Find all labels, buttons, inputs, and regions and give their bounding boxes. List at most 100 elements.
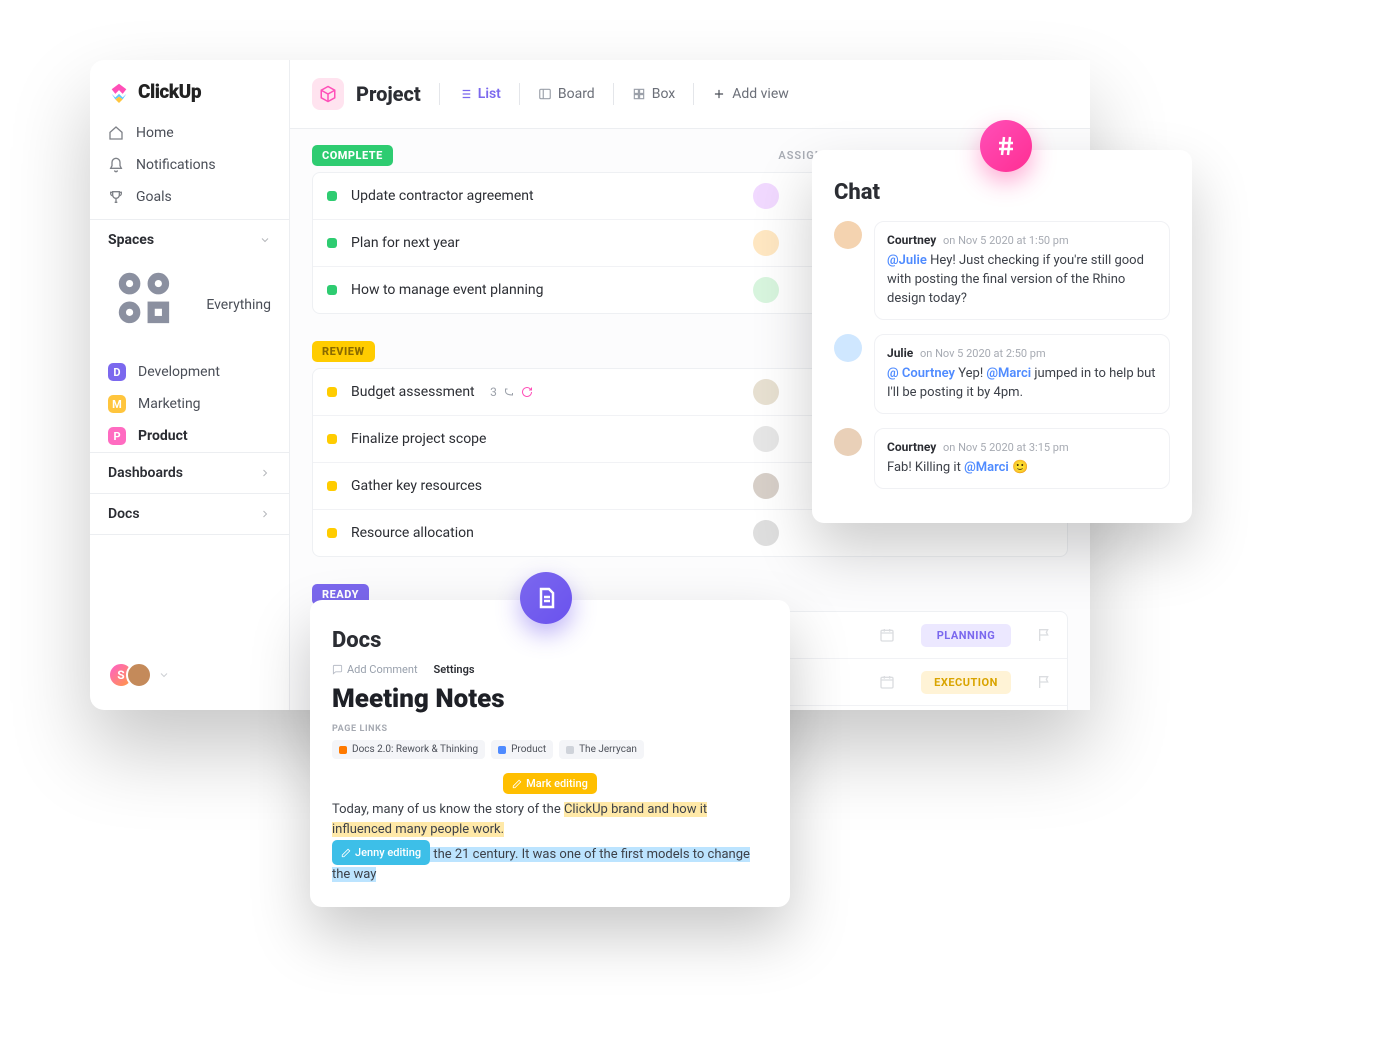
page-links-label: PAGE LINKS <box>332 724 768 734</box>
chat-text: Fab! Killing it @Marci 🙂 <box>887 459 1157 478</box>
editor-pill: Mark editing <box>503 773 597 794</box>
sidebar-footer: S <box>90 652 289 698</box>
sidebar: ClickUp Home Notifications Goals Spaces … <box>90 60 290 710</box>
status-icon <box>327 191 337 201</box>
view-tab-box[interactable]: Box <box>622 80 686 108</box>
space-product[interactable]: P Product <box>90 420 289 452</box>
mention[interactable]: @Julie <box>887 253 927 268</box>
task-title-text: Budget assessment <box>351 384 475 400</box>
mention[interactable]: @Marci <box>986 366 1031 381</box>
page-link[interactable]: Docs 2.0: Rework & Thinking <box>332 740 485 759</box>
box-icon <box>632 87 646 101</box>
add-comment-button[interactable]: Add Comment <box>332 663 418 676</box>
avatar[interactable] <box>753 379 779 405</box>
chat-panel: Chat Courtney on Nov 5 2020 at 1:50 pm @J… <box>812 150 1192 523</box>
doc-text: Today, many of us know the story of the <box>332 802 564 817</box>
nav-home[interactable]: Home <box>90 117 289 149</box>
mention[interactable]: @ Courtney <box>887 366 955 381</box>
nav-home-label: Home <box>136 125 174 141</box>
doc-body[interactable]: Today, many of us know the story of the … <box>332 800 768 885</box>
comment-icon <box>332 664 343 675</box>
space-chip: D <box>108 363 126 381</box>
nav-dashboards[interactable]: Dashboards <box>90 452 289 493</box>
group-label[interactable]: COMPLETE <box>312 145 393 166</box>
task-title: Resource allocation <box>351 525 739 541</box>
mention[interactable]: @Marci <box>964 460 1009 475</box>
nav-goals[interactable]: Goals <box>90 181 289 213</box>
avatar[interactable] <box>753 277 779 303</box>
space-label: Development <box>138 364 220 380</box>
task-tag[interactable]: PLANNING <box>921 624 1011 647</box>
space-development[interactable]: D Development <box>90 356 289 388</box>
space-chip: P <box>108 427 126 445</box>
avatar[interactable] <box>753 520 779 546</box>
docs-title: Docs <box>332 628 768 653</box>
spaces-header[interactable]: Spaces <box>90 219 289 254</box>
calendar-icon[interactable] <box>879 627 895 643</box>
chevron-down-icon[interactable] <box>158 669 170 681</box>
avatar[interactable] <box>753 230 779 256</box>
page-link[interactable]: The Jerrycan <box>559 740 644 759</box>
chevron-right-icon <box>259 467 271 479</box>
task-title: Budget assessment 3 <box>351 384 739 400</box>
divider <box>439 83 440 105</box>
page-link[interactable]: Product <box>491 740 553 759</box>
doc-heading[interactable]: Meeting Notes <box>332 684 768 714</box>
chat-message-body: Courtney on Nov 5 2020 at 1:50 pm@Julie … <box>874 221 1170 320</box>
task-title: Plan for next year <box>351 235 739 251</box>
list-icon <box>458 87 472 101</box>
status-icon <box>327 285 337 295</box>
calendar-icon[interactable] <box>879 674 895 690</box>
status-icon <box>327 528 337 538</box>
group-label[interactable]: REVIEW <box>312 341 375 362</box>
plus-icon <box>712 87 726 101</box>
chevron-right-icon <box>259 508 271 520</box>
task-title: Update contractor agreement <box>351 188 739 204</box>
space-marketing[interactable]: M Marketing <box>90 388 289 420</box>
bell-icon <box>108 157 124 173</box>
editor-label: Jenny editing <box>355 844 421 861</box>
nav-everything[interactable]: Everything <box>90 254 289 356</box>
space-label: Marketing <box>138 396 201 412</box>
divider <box>519 83 520 105</box>
chat-timestamp: on Nov 5 2020 at 1:50 pm <box>940 234 1068 247</box>
flag-icon[interactable] <box>1037 674 1053 690</box>
chat-title: Chat <box>834 180 1170 205</box>
grid-icon <box>108 262 194 348</box>
editor-pill: Jenny editing <box>332 840 430 865</box>
divider <box>613 83 614 105</box>
add-comment-label: Add Comment <box>347 663 418 676</box>
space-chip: M <box>108 395 126 413</box>
pencil-icon <box>512 779 522 789</box>
subtask-icon <box>503 386 515 398</box>
view-tab-list[interactable]: List <box>448 80 511 108</box>
chat-text: @Julie Hey! Just checking if you're stil… <box>887 252 1157 309</box>
avatar[interactable] <box>753 473 779 499</box>
avatar[interactable] <box>126 662 152 688</box>
flag-icon[interactable] <box>1037 627 1053 643</box>
recurring-icon <box>521 386 533 398</box>
page-link-label: Docs 2.0: Rework & Thinking <box>352 744 478 755</box>
editor-label: Mark editing <box>526 777 588 790</box>
add-view-button[interactable]: Add view <box>702 80 799 108</box>
view-tab-board[interactable]: Board <box>528 80 605 108</box>
task-title: How to manage event planning <box>351 282 739 298</box>
chat-message: Courtney on Nov 5 2020 at 1:50 pm@Julie … <box>834 221 1170 320</box>
avatar[interactable] <box>753 183 779 209</box>
avatar <box>834 334 862 362</box>
chat-message-body: Courtney on Nov 5 2020 at 3:15 pmFab! Ki… <box>874 428 1170 489</box>
space-label: Product <box>138 428 188 444</box>
chevron-down-icon <box>259 234 271 246</box>
task-tag[interactable]: EXECUTION <box>921 671 1011 694</box>
chat-author: Courtney <box>887 440 936 454</box>
status-icon <box>327 387 337 397</box>
doc-settings-button[interactable]: Settings <box>434 663 475 676</box>
docs-label: Docs <box>108 506 140 522</box>
nav-notifications[interactable]: Notifications <box>90 149 289 181</box>
chat-feature-icon <box>980 120 1032 172</box>
avatar[interactable] <box>753 426 779 452</box>
home-icon <box>108 125 124 141</box>
task-title: Finalize project scope <box>351 431 739 447</box>
nav-notifications-label: Notifications <box>136 157 216 173</box>
nav-docs[interactable]: Docs <box>90 493 289 535</box>
